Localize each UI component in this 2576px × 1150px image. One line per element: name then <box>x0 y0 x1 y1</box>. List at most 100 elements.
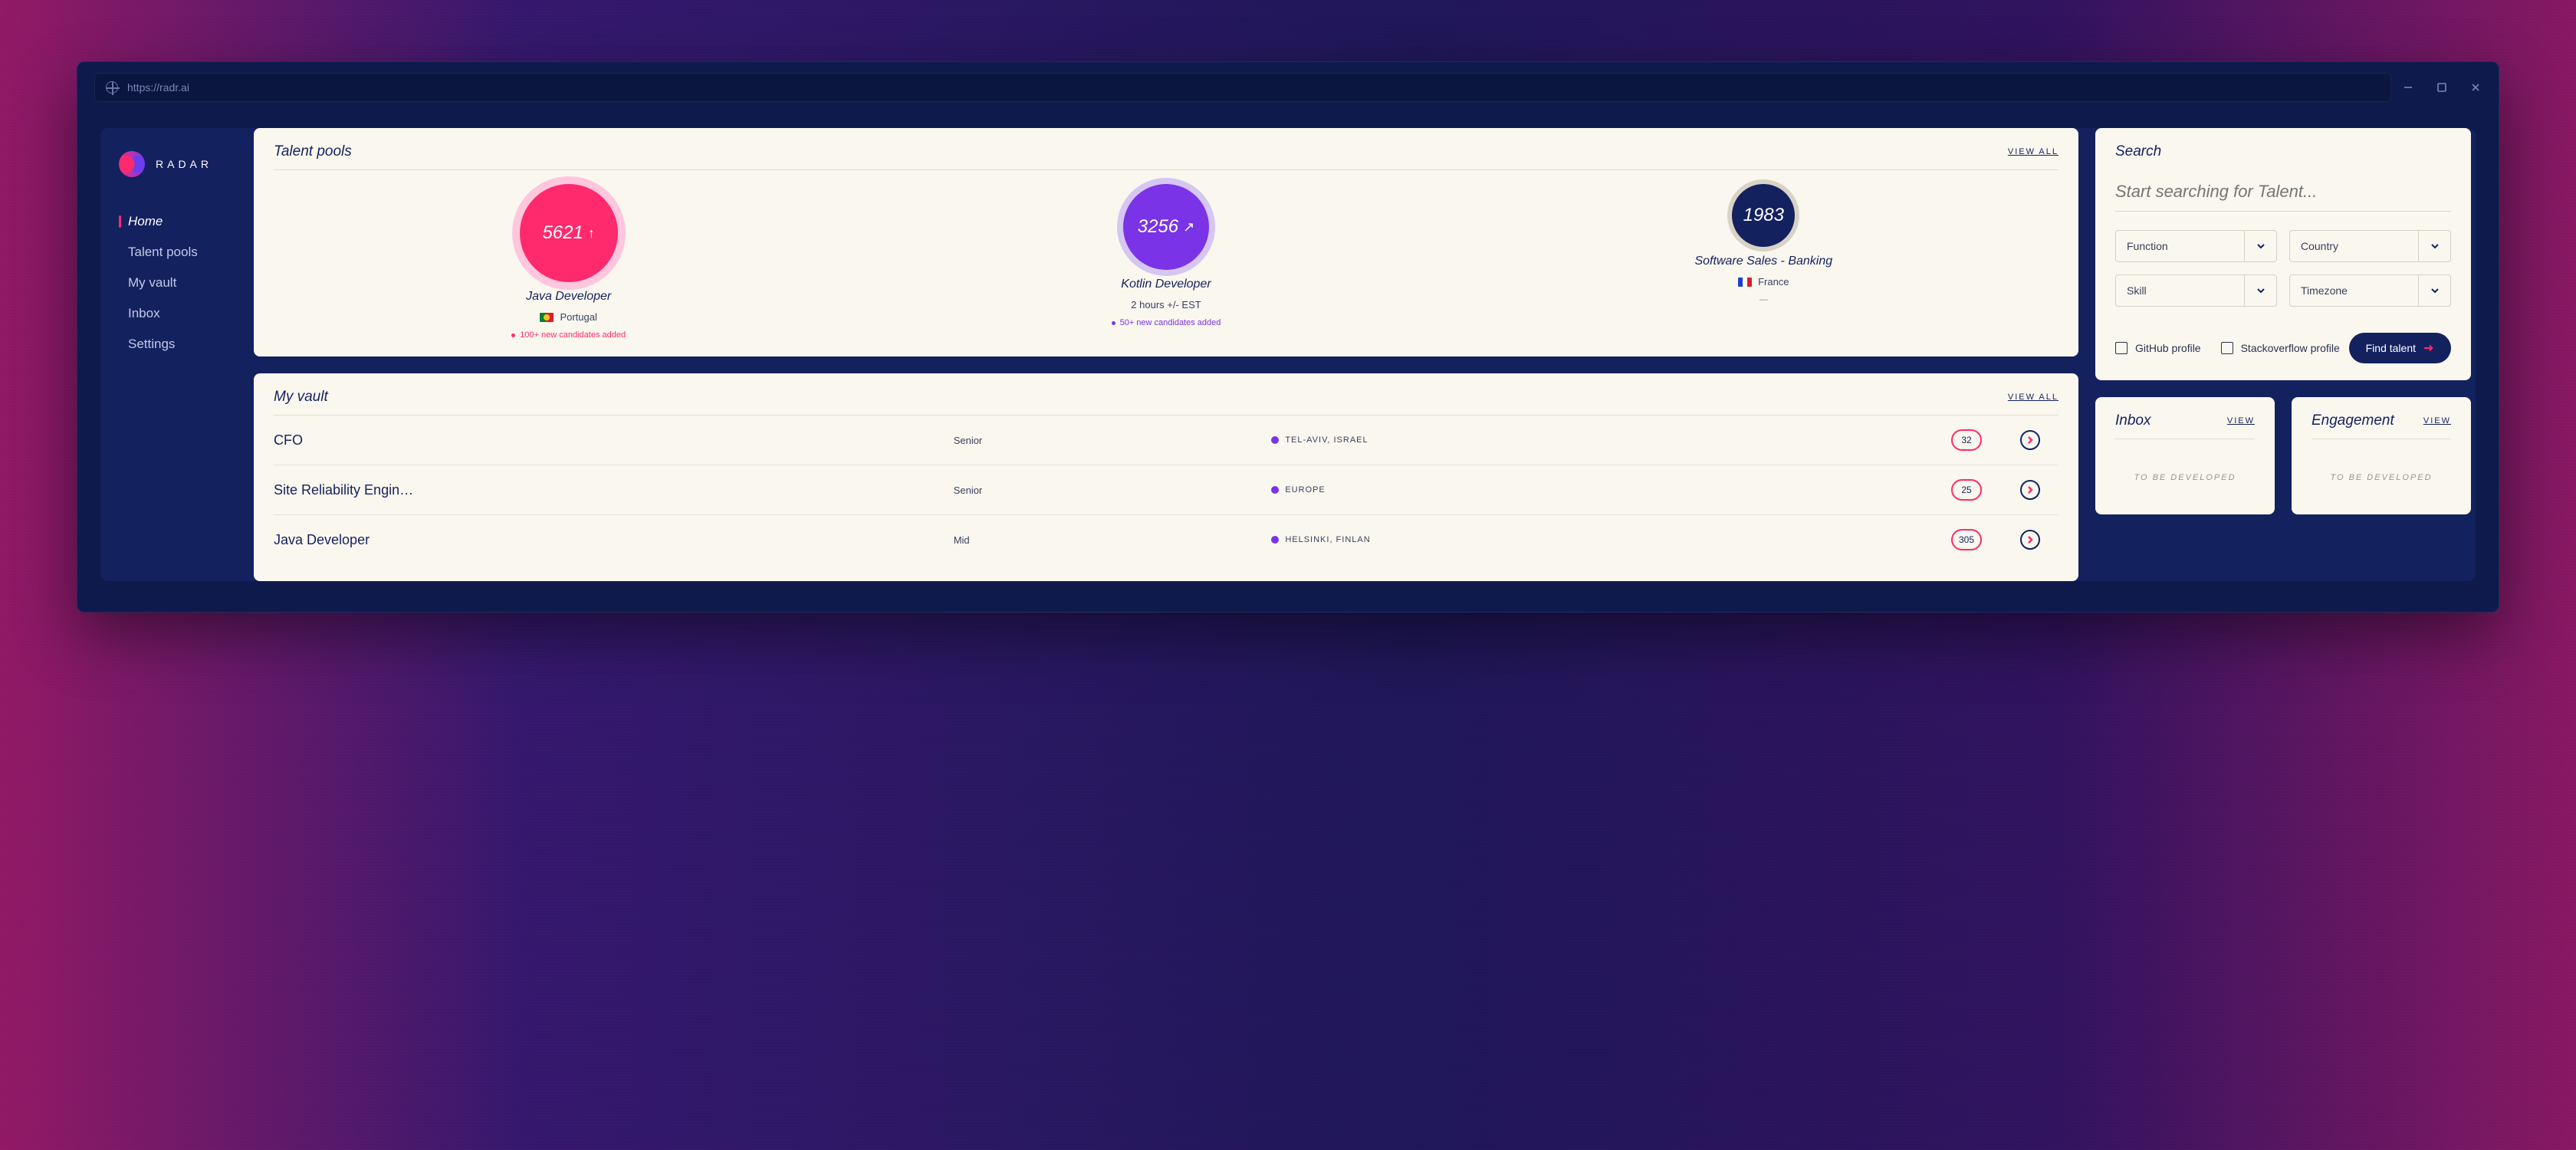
pool-item[interactable]: 1983 Software Sales - Banking France — <box>1691 184 1836 340</box>
filter-function[interactable]: Function <box>2115 230 2277 262</box>
search-input[interactable] <box>2115 169 2451 212</box>
view-link[interactable]: VIEW <box>2423 416 2451 426</box>
window-controls <box>2402 81 2482 94</box>
pool-subtitle: France <box>1738 276 1789 288</box>
globe-icon <box>106 81 118 94</box>
chevron-right-icon <box>2026 436 2034 444</box>
vault-location: HELSINKI, FINLAN <box>1271 535 1944 544</box>
check-github[interactable]: GitHub profile <box>2115 342 2201 354</box>
vault-row[interactable]: Site Reliability Engin… Senior EUROPE 25 <box>274 465 2058 515</box>
check-stackoverflow[interactable]: Stackoverflow profile <box>2221 342 2340 354</box>
pool-title: Java Developer <box>526 290 611 304</box>
vault-location: EUROPE <box>1271 485 1944 495</box>
find-talent-button[interactable]: Find talent <box>2349 333 2451 363</box>
vault-count: 32 <box>1951 429 1982 451</box>
filter-country[interactable]: Country <box>2289 230 2451 262</box>
view-all-link[interactable]: VIEW ALL <box>2008 147 2058 156</box>
sidebar: RADAR Home Talent pools My vault Inbox S… <box>100 128 254 581</box>
pool-count: 3256 <box>1138 216 1178 238</box>
view-link[interactable]: VIEW <box>2227 416 2255 426</box>
check-label: GitHub profile <box>2135 342 2201 354</box>
dot-icon <box>511 334 515 337</box>
pool-title: Software Sales - Banking <box>1694 255 1832 268</box>
my-vault-card: My vault VIEW ALL CFO Senior TEL-AVIV, I… <box>254 373 2078 581</box>
nav-my-vault[interactable]: My vault <box>119 275 254 291</box>
nav-label: My vault <box>128 275 176 290</box>
location-dot-icon <box>1271 436 1279 444</box>
search-card: Search Function Country Skill <box>2095 128 2471 380</box>
filter-timezone[interactable]: Timezone <box>2289 274 2451 307</box>
vault-role: Java Developer <box>274 532 946 548</box>
card-title: My vault <box>274 389 328 406</box>
brand: RADAR <box>119 151 254 177</box>
pool-bubble: 1983 <box>1732 184 1795 247</box>
vault-row[interactable]: Java Developer Mid HELSINKI, FINLAN 305 <box>274 515 2058 564</box>
inbox-card: Inbox VIEW TO BE DEVELOPED <box>2095 397 2275 514</box>
pool-item[interactable]: 3256 ↗ Kotlin Developer 2 hours +/- EST … <box>1093 184 1239 340</box>
chevron-right-icon <box>2026 486 2034 494</box>
filter-label: Country <box>2290 240 2349 252</box>
vault-location-text: EUROPE <box>1285 485 1325 495</box>
pool-count: 1983 <box>1743 205 1784 226</box>
nav-inbox[interactable]: Inbox <box>119 306 254 321</box>
pool-note: — <box>1760 295 1768 304</box>
engagement-card: Engagement VIEW TO BE DEVELOPED <box>2292 397 2471 514</box>
nav-label: Inbox <box>128 306 160 320</box>
url-text: https://radr.ai <box>127 81 189 94</box>
pool-subtitle-text: France <box>1758 276 1789 288</box>
vault-location: TEL-AVIV, ISRAEL <box>1271 435 1944 445</box>
filter-skill[interactable]: Skill <box>2115 274 2277 307</box>
pool-count: 5621 <box>542 222 583 244</box>
nav-label: Home <box>128 214 163 228</box>
nav-label: Talent pools <box>128 245 198 259</box>
card-title: Talent pools <box>274 143 352 160</box>
vault-level: Senior <box>954 485 1264 496</box>
left-column: Talent pools VIEW ALL 5621 ↑ Java Develo… <box>254 128 2078 581</box>
vault-count: 305 <box>1951 529 1982 550</box>
pool-title: Kotlin Developer <box>1121 278 1211 291</box>
pool-item[interactable]: 5621 ↑ Java Developer Portugal 100+ new … <box>496 184 642 340</box>
vault-count: 25 <box>1951 479 1982 501</box>
pool-note-text: 100+ new candidates added <box>520 330 626 340</box>
logo-icon <box>119 151 145 177</box>
arrow-right-icon <box>2423 343 2434 353</box>
checkbox-icon <box>2221 342 2233 354</box>
vault-location-text: HELSINKI, FINLAN <box>1285 535 1370 544</box>
flag-portugal-icon <box>540 313 554 322</box>
nav-talent-pools[interactable]: Talent pools <box>119 245 254 260</box>
open-button[interactable] <box>2020 530 2040 550</box>
minimize-button[interactable] <box>2402 81 2414 94</box>
vault-role: Site Reliability Engin… <box>274 482 946 498</box>
open-button[interactable] <box>2020 430 2040 450</box>
browser-chrome: https://radr.ai <box>77 62 2499 113</box>
pool-subtitle: 2 hours +/- EST <box>1131 299 1201 310</box>
chevron-down-icon <box>2256 241 2266 251</box>
filter-label: Function <box>2116 240 2179 252</box>
arrow-up-right-icon: ↗ <box>1183 219 1194 235</box>
location-dot-icon <box>1271 486 1279 494</box>
browser-window: https://radr.ai RADAR Home Talent pools … <box>77 61 2499 613</box>
card-title: Search <box>2115 143 2161 160</box>
pool-subtitle: Portugal <box>540 311 596 323</box>
chevron-down-icon <box>2430 241 2440 251</box>
nav-settings[interactable]: Settings <box>119 337 254 352</box>
card-title: Engagement <box>2312 412 2394 429</box>
button-label: Find talent <box>2366 342 2416 354</box>
url-bar[interactable]: https://radr.ai <box>94 73 2391 102</box>
filter-label: Skill <box>2116 284 2157 297</box>
nav-home[interactable]: Home <box>119 214 254 229</box>
close-button[interactable] <box>2469 81 2482 94</box>
location-dot-icon <box>1271 536 1279 544</box>
nav-list: Home Talent pools My vault Inbox Setting… <box>119 214 254 352</box>
chevron-down-icon <box>2256 285 2266 296</box>
nav-label: Settings <box>128 337 175 351</box>
vault-row[interactable]: CFO Senior TEL-AVIV, ISRAEL 32 <box>274 416 2058 465</box>
main-content: Talent pools VIEW ALL 5621 ↑ Java Develo… <box>254 128 2476 581</box>
open-button[interactable] <box>2020 480 2040 500</box>
pool-note-text: 50+ new candidates added <box>1120 318 1221 327</box>
filter-label: Timezone <box>2290 284 2358 297</box>
maximize-button[interactable] <box>2436 81 2448 94</box>
pool-subtitle-text: 2 hours +/- EST <box>1131 299 1201 310</box>
view-all-link[interactable]: VIEW ALL <box>2008 393 2058 402</box>
pool-bubble: 5621 ↑ <box>520 184 618 282</box>
